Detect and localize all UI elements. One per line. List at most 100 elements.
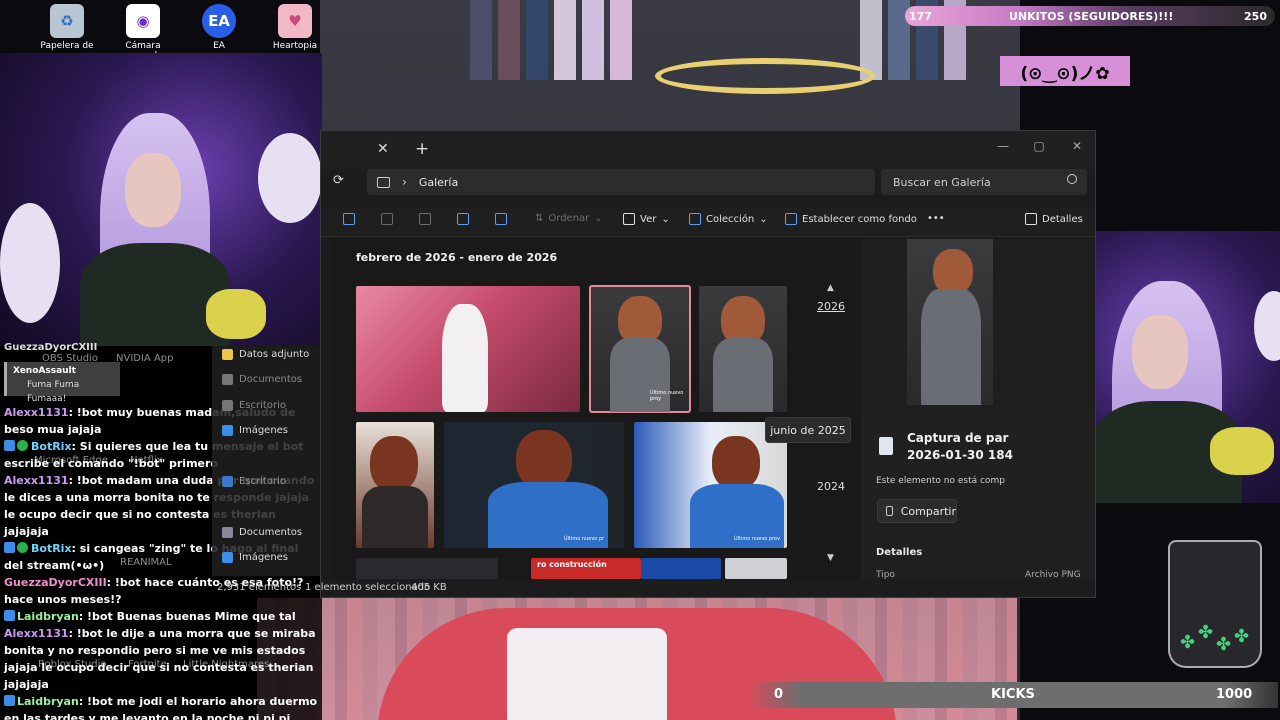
chat-username[interactable]: Laidbryan — [17, 695, 79, 708]
paste-button[interactable] — [381, 213, 393, 225]
minimize-button[interactable]: — — [985, 135, 1021, 157]
side-item-documents[interactable]: Documentos — [222, 374, 302, 385]
photo-thumbnail[interactable] — [641, 558, 721, 579]
photo-thumbnail[interactable] — [725, 558, 787, 579]
gallery-window: ✕ + — ▢ ✕ ⟳ › Galería Buscar en Galería … — [217, 130, 1096, 598]
chat-username[interactable]: BotRix — [31, 440, 72, 453]
desktop-icon-camera[interactable]: ◉ Cámara apagada — [113, 0, 173, 61]
webcam-left — [0, 53, 322, 346]
search-placeholder: Buscar en Galería — [893, 175, 991, 189]
scroll-up-icon[interactable]: ▲ — [827, 283, 834, 293]
view-button[interactable]: Ver ⌄ — [623, 213, 670, 225]
clover-icon: ✤ — [1234, 626, 1250, 647]
sort-button[interactable]: ⇅ Ordenar ⌄ — [535, 213, 603, 224]
streamer-face — [125, 153, 181, 227]
chat-username[interactable]: GuezzaDyorCXIII — [4, 576, 107, 589]
chat-username[interactable]: Alexx1131 — [4, 627, 69, 640]
search-input[interactable]: Buscar en Galería — [881, 169, 1087, 195]
set-background-label: Establecer como fondo — [802, 213, 917, 225]
photo-thumbnail[interactable]: ro construcción — [531, 558, 641, 579]
collection-button[interactable]: Colección ⌄ — [689, 213, 768, 225]
clover-pile: ✤ ✤ ✤ ✤ — [1178, 618, 1252, 660]
item-count: 2,931 elementos — [217, 582, 302, 593]
refresh-icon[interactable]: ⟳ — [333, 173, 351, 191]
chat-username[interactable]: BotRix — [31, 542, 72, 555]
more-icon: ••• — [927, 213, 945, 224]
side-item-desktop-2[interactable]: Escritorio — [222, 476, 286, 487]
side-item-images-2[interactable]: Imágenes — [222, 552, 288, 563]
timeline-year[interactable]: 2024 — [817, 480, 845, 493]
photo-thumbnail[interactable]: Último nuevo prov — [634, 422, 787, 548]
share-button[interactable]: Compartir — [877, 499, 957, 523]
photo-thumbnail[interactable]: Último nuevo pr — [444, 422, 624, 548]
desktop-icon-label: Papelera de — [40, 41, 94, 51]
chat-message: Laidbryan: !bot me jodi el horario ahora… — [0, 693, 322, 720]
breadcrumb-gallery[interactable]: Galería — [419, 176, 458, 189]
details-pane-icon — [1025, 213, 1037, 225]
desktop-icon-recycle-bin[interactable]: ♻ Papelera de — [37, 0, 97, 51]
close-tab-icon[interactable]: ✕ — [377, 141, 389, 157]
side-item-images[interactable]: Imágenes — [222, 425, 288, 436]
side-item-documents-2[interactable]: Documentos — [222, 527, 302, 538]
thumbnail-caption: Último nuevo pr — [564, 536, 605, 542]
more-options-button[interactable]: ••• — [927, 213, 945, 224]
paste-icon — [381, 213, 393, 225]
side-item-label: Documentos — [239, 527, 303, 538]
details-label: Detalles — [1042, 213, 1083, 225]
maximize-button[interactable]: ▢ — [1021, 135, 1057, 157]
details-toggle-button[interactable]: Detalles — [1025, 213, 1083, 225]
desktop-icon-ea[interactable]: EA EA — [189, 0, 249, 51]
set-background-button[interactable]: Establecer como fondo — [785, 213, 917, 225]
availability-note: Este elemento no está comp — [876, 476, 1005, 486]
toolbar: ⇅ Ordenar ⌄ Ver ⌄ Colección ⌄ Establecer com… — [321, 207, 1095, 237]
shelf-book — [470, 0, 492, 80]
clover-icon: ✤ — [1198, 622, 1214, 643]
person-body — [713, 338, 773, 412]
heartopia-app-icon: ♥ — [278, 4, 312, 38]
stream-screen: ♻ Papelera de ◉ Cámara apagada EA EA ♥ H… — [0, 0, 1280, 720]
yellow-plush — [206, 289, 266, 339]
documents-icon — [222, 374, 233, 385]
desktop-icon-heartopia[interactable]: ♥ Heartopia — [265, 0, 325, 51]
photo-thumbnail-selected[interactable]: Último nuevo proy — [589, 285, 691, 413]
png-file-icon — [879, 437, 893, 455]
streamer-body — [80, 243, 230, 346]
photo-thumbnail[interactable] — [356, 286, 580, 412]
thumbnail-caption: Último nuevo prov — [734, 536, 781, 542]
side-item-desktop[interactable]: Escritorio — [222, 400, 286, 411]
type-label: Tipo — [876, 570, 895, 579]
gallery-icon — [377, 176, 390, 188]
copy-button[interactable] — [343, 213, 355, 225]
scroll-down-icon[interactable]: ▼ — [827, 553, 834, 563]
copy-icon — [343, 213, 355, 225]
details-info: Captura de par 2026-01-30 184 Este eleme… — [861, 413, 1095, 579]
share-button[interactable] — [457, 213, 469, 225]
title-bar: ✕ + — ▢ ✕ — [321, 131, 1095, 169]
shelf-book — [554, 0, 576, 80]
photo-thumbnail[interactable] — [699, 286, 787, 412]
desktop-icon-label: Heartopia — [272, 41, 318, 51]
reply-user: XenoAssault — [13, 366, 76, 376]
delete-button[interactable] — [495, 213, 507, 225]
share-label: Compartir — [900, 504, 956, 518]
photo-thumbnail[interactable] — [356, 558, 498, 579]
chat-username[interactable]: Laidbryan — [17, 610, 79, 623]
photo-thumbnail[interactable] — [356, 422, 434, 548]
desktop-icon-label: EA — [213, 41, 225, 51]
chat-username[interactable]: Alexx1131 — [4, 474, 69, 487]
timeline-scrubber[interactable]: ▲ 2026 2024 ▼ — [805, 239, 861, 579]
side-item-label: Escritorio — [239, 400, 286, 411]
rename-button[interactable] — [419, 213, 431, 225]
address-bar[interactable]: › Galería — [367, 169, 875, 195]
trash-icon — [495, 213, 507, 225]
chevron-down-icon: ⌄ — [661, 213, 670, 225]
kaomoji-text: (⊙‿⊙)ノ✿ — [1020, 63, 1110, 84]
images-icon — [222, 425, 233, 436]
timeline-year[interactable]: 2026 — [817, 300, 845, 313]
new-tab-button[interactable]: + — [415, 139, 429, 159]
chat-message: Laidbryan: !bot Buenas buenas Mime que t… — [0, 608, 322, 625]
side-item-attachments[interactable]: Datos adjunto — [222, 349, 309, 360]
chat-username[interactable]: Alexx1131 — [4, 406, 69, 419]
close-window-button[interactable]: ✕ — [1059, 135, 1095, 157]
follower-count: 177 — [909, 9, 932, 23]
